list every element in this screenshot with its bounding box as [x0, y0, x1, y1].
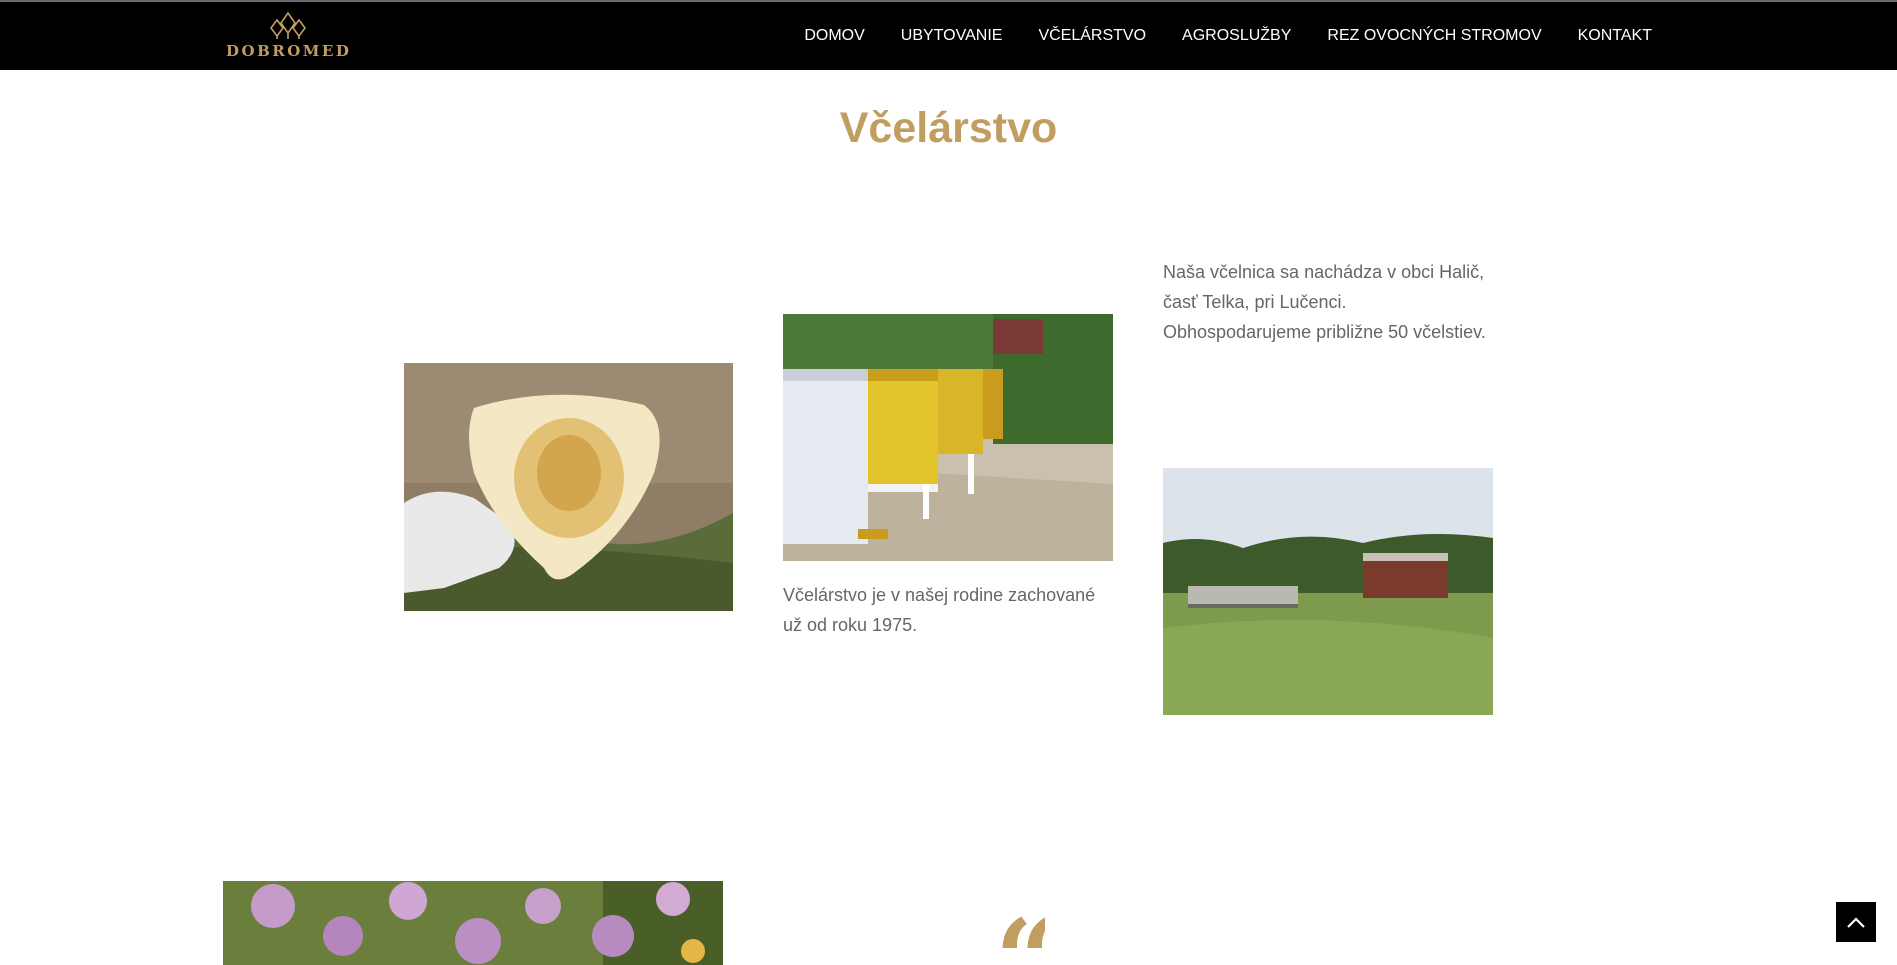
site-logo-text: DOBROMED [226, 42, 352, 60]
nav-item-kontakt[interactable]: KONTAKT [1578, 27, 1652, 45]
nav-item-agrosluzby[interactable]: AGROSLUŽBY [1182, 27, 1291, 45]
nav-item-domov[interactable]: DOMOV [804, 27, 864, 45]
history-description-line: Včelárstvo je v našej rodine zachované [783, 585, 1096, 605]
site-logo[interactable]: DOBROMED [226, 10, 350, 66]
nav-item-vcelarstvo[interactable]: VČELÁRSTVO [1038, 27, 1146, 45]
main-navigation: DOMOV UBYTOVANIE VČELÁRSTVO AGROSLUŽBY R… [768, 2, 1652, 70]
history-description-line: už od roku 1975. [783, 615, 918, 635]
apiary-description-line: Obhospodarujeme približne 50 včelstiev. [1163, 322, 1486, 342]
honeycomb-photo [404, 363, 733, 611]
back-to-top-button[interactable] [1836, 902, 1876, 942]
chevron-up-icon [1847, 917, 1865, 928]
history-description: Včelárstvo je v našej rodine zachované u… [783, 580, 1143, 640]
nav-item-ubytovanie[interactable]: UBYTOVANIE [901, 27, 1003, 45]
tree-crown-logo-icon [270, 11, 306, 39]
nav-item-rez-ovocnych-stromov[interactable]: REZ OVOCNÝCH STROMOV [1327, 27, 1541, 45]
apiary-description: Naša včelnica sa nachádza v obci Halič, … [1163, 257, 1523, 347]
flowers-photo [223, 881, 723, 965]
site-header: DOBROMED DOMOV UBYTOVANIE VČELÁRSTVO AGR… [0, 2, 1897, 70]
apiary-field-photo [1163, 468, 1493, 715]
beehives-photo [783, 314, 1113, 561]
page-title: Včelárstvo [839, 104, 1058, 152]
apiary-description-line: časť Telka, pri Lučenci. [1163, 292, 1347, 312]
apiary-description-line: Naša včelnica sa nachádza v obci Halič, [1163, 262, 1485, 282]
quote-mark: “ [995, 905, 1045, 965]
